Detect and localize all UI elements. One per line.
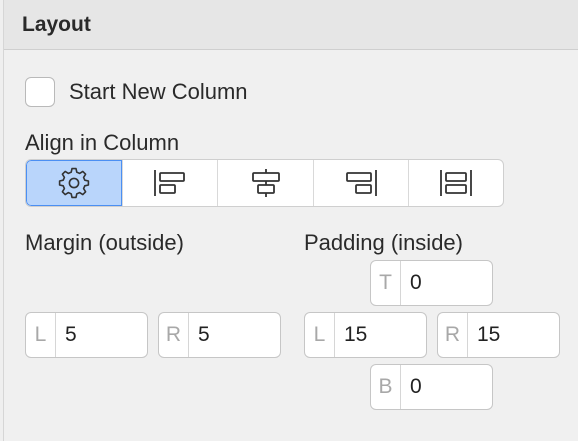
padding-bottom-input[interactable] <box>401 375 490 399</box>
align-center-icon <box>248 167 284 199</box>
align-right-icon <box>343 167 379 199</box>
gear-icon <box>57 166 91 200</box>
margin-label: Margin (outside) <box>25 230 184 255</box>
align-left-button[interactable] <box>122 160 217 206</box>
align-auto-button[interactable] <box>26 160 123 206</box>
align-justify-button[interactable] <box>407 160 503 206</box>
padding-right-prefix: R <box>438 313 468 357</box>
margin-right-prefix: R <box>159 313 189 357</box>
panel-title: Layout <box>22 13 91 36</box>
margin-left-input[interactable] <box>56 323 145 347</box>
start-new-column-row[interactable]: Start New Column <box>25 77 248 107</box>
margin-right-field[interactable]: R <box>158 312 281 358</box>
padding-right-input[interactable] <box>468 323 557 347</box>
layout-panel: Layout Start New Column Align in Column <box>3 0 578 441</box>
start-new-column-label[interactable]: Start New Column <box>69 79 248 105</box>
padding-top-prefix: T <box>371 261 401 305</box>
padding-left-prefix: L <box>305 313 335 357</box>
margin-left-prefix: L <box>26 313 56 357</box>
padding-top-input[interactable] <box>401 271 490 295</box>
padding-bottom-field[interactable]: B <box>370 364 493 410</box>
align-segmented-control <box>25 159 504 207</box>
padding-top-field[interactable]: T <box>370 260 493 306</box>
align-in-column-label: Align in Column <box>25 130 180 155</box>
align-right-button[interactable] <box>312 160 408 206</box>
align-left-icon <box>152 167 188 199</box>
margin-right-input[interactable] <box>189 323 278 347</box>
align-center-button[interactable] <box>217 160 312 206</box>
margin-left-field[interactable]: L <box>25 312 148 358</box>
padding-bottom-prefix: B <box>371 365 401 409</box>
padding-left-input[interactable] <box>335 323 424 347</box>
start-new-column-checkbox[interactable] <box>25 77 55 107</box>
padding-left-field[interactable]: L <box>304 312 427 358</box>
align-justify-icon <box>438 167 474 199</box>
padding-label: Padding (inside) <box>304 230 463 255</box>
padding-right-field[interactable]: R <box>437 312 560 358</box>
panel-header: Layout <box>4 0 578 50</box>
